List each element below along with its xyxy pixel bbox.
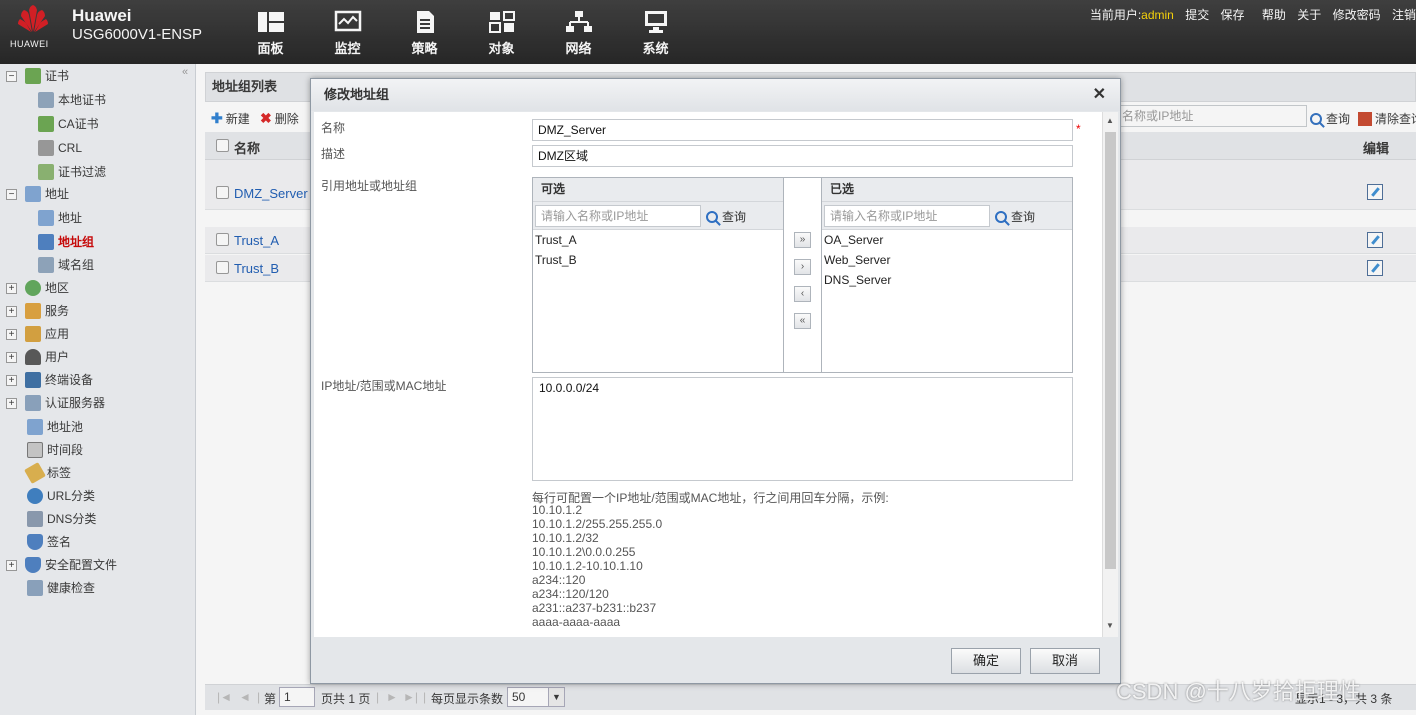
name-label: 名称 [321, 121, 346, 135]
selected-search-input[interactable]: 请输入名称或IP地址 [824, 205, 990, 227]
selected-search-row: 请输入名称或IP地址 查询 [822, 202, 1072, 230]
remove-all-button[interactable]: « [794, 313, 811, 329]
available-list-panel: 可选 请输入名称或IP地址 查询 Trust_A Trust_B [532, 177, 784, 373]
scroll-down-icon[interactable]: ▼ [1106, 621, 1114, 630]
selected-list-panel: 已选 请输入名称或IP地址 查询 OA_Server Web_Server DN… [821, 177, 1073, 373]
close-icon[interactable]: ✕ [1093, 87, 1106, 103]
hint-example: a231::a237-b231::b237 [532, 601, 657, 615]
transfer-buttons: » › ‹ « [784, 177, 821, 373]
hint-example: aaaa-aaaa-aaaa [532, 615, 621, 629]
cancel-button[interactable]: 取消 [1030, 648, 1100, 674]
available-title: 可选 [533, 178, 783, 202]
search-icon [995, 210, 1007, 223]
query-label: 查询 [1011, 210, 1036, 224]
reference-label: 引用地址或地址组 [321, 179, 418, 193]
scroll-thumb[interactable] [1105, 132, 1116, 569]
scroll-up-icon[interactable]: ▲ [1106, 116, 1114, 125]
hint-intro: 每行可配置一个IP地址/范围或MAC地址，行之间用回车分隔，示例: [532, 491, 889, 505]
ip-label: IP地址/范围或MAC地址 [321, 379, 447, 393]
csdn-watermark: CSDN @十八岁拾拒理性 [1116, 679, 1361, 704]
edit-address-group-dialog: 修改地址组 ✕ 名称 DMZ_Server * 描述 DMZ区域 引用地址或地址… [310, 78, 1121, 684]
ip-textarea[interactable]: 10.0.0.0/24 [532, 377, 1073, 481]
hint-example: 10.10.1.2/255.255.255.0 [532, 517, 663, 531]
available-item[interactable]: Trust_B [533, 250, 783, 270]
dialog-body: 名称 DMZ_Server * 描述 DMZ区域 引用地址或地址组 可选 请输入… [314, 112, 1118, 637]
hint-example: 10.10.1.2-10.10.1.10 [532, 559, 643, 573]
name-field[interactable]: DMZ_Server [532, 119, 1073, 141]
add-selected-button[interactable]: › [794, 259, 811, 275]
hint-example: a234::120 [532, 573, 586, 587]
selected-title: 已选 [822, 178, 1072, 202]
search-icon [706, 210, 718, 223]
description-field[interactable]: DMZ区域 [532, 145, 1073, 167]
required-marker: * [1076, 122, 1081, 136]
add-all-button[interactable]: » [794, 232, 811, 248]
available-item[interactable]: Trust_A [533, 230, 783, 250]
selected-item[interactable]: Web_Server [822, 250, 1072, 270]
available-search-row: 请输入名称或IP地址 查询 [533, 202, 783, 230]
hint-example: 10.10.1.2\0.0.0.255 [532, 545, 636, 559]
available-query-button[interactable]: 查询 [706, 208, 746, 225]
hint-example: a234::120/120 [532, 587, 609, 601]
available-search-input[interactable]: 请输入名称或IP地址 [535, 205, 701, 227]
selected-item[interactable]: OA_Server [822, 230, 1072, 250]
remove-selected-button[interactable]: ‹ [794, 286, 811, 302]
dialog-title: 修改地址组 [311, 79, 1120, 111]
dialog-scrollbar[interactable]: ▲ ▼ [1102, 112, 1118, 637]
selected-query-button[interactable]: 查询 [995, 208, 1035, 225]
hint-example: 10.10.1.2/32 [532, 531, 599, 545]
ok-button[interactable]: 确定 [951, 648, 1021, 674]
hint-example: 10.10.1.2 [532, 503, 583, 517]
description-label: 描述 [321, 147, 346, 161]
selected-item[interactable]: DNS_Server [822, 270, 1072, 290]
query-label: 查询 [722, 210, 747, 224]
